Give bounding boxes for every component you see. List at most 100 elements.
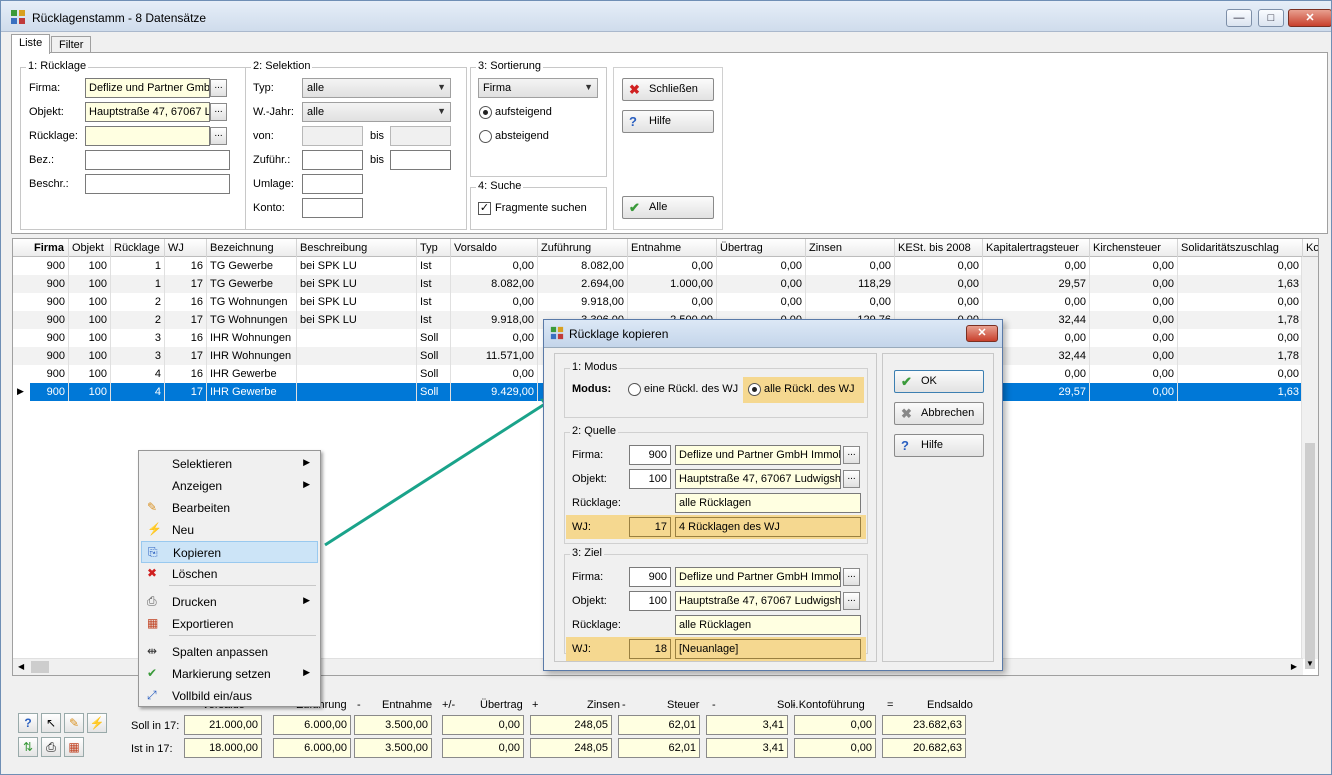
cell-beschreibung[interactable]: bei SPK LU bbox=[297, 257, 417, 275]
cell-firma[interactable]: 900 bbox=[31, 383, 69, 401]
cell-wj[interactable]: 16 bbox=[165, 293, 207, 311]
cell-uebertrag[interactable]: 0,00 bbox=[717, 257, 806, 275]
close-button[interactable]: ✕ bbox=[1288, 9, 1331, 27]
cell-kapest[interactable]: 29,57 bbox=[983, 275, 1090, 293]
eine-rueckl-label[interactable]: eine Rückl. des WJ bbox=[644, 383, 738, 395]
cell-vorsaldo[interactable]: 9.429,00 bbox=[451, 383, 538, 401]
cell-objekt[interactable]: 100 bbox=[69, 275, 111, 293]
cell-ruecklage[interactable]: 1 bbox=[111, 275, 165, 293]
cell-vorsaldo[interactable]: 0,00 bbox=[451, 293, 538, 311]
cell-soli[interactable]: 0,00 bbox=[1178, 329, 1303, 347]
lightning-icon[interactable]: ⚡ bbox=[87, 713, 107, 733]
ruecklage-input[interactable] bbox=[85, 126, 210, 146]
column-header-wj[interactable]: WJ bbox=[165, 239, 207, 257]
beschr-input[interactable] bbox=[85, 174, 230, 194]
cell-typ[interactable]: Ist bbox=[417, 275, 451, 293]
cell-bezeichnung[interactable]: TG Wohnungen bbox=[207, 293, 297, 311]
zufuehr-von-input[interactable] bbox=[302, 150, 363, 170]
menu-item-kopieren[interactable]: ⎘ Kopieren bbox=[141, 541, 318, 563]
z-firma-browse-button[interactable]: ... bbox=[843, 568, 860, 586]
z-objekt-name[interactable]: Hauptstraße 47, 67067 Ludwigsh bbox=[675, 591, 841, 611]
cell-zufuehrung[interactable]: 2.694,00 bbox=[538, 275, 628, 293]
cell-vorsaldo[interactable]: 11.571,00 bbox=[451, 347, 538, 365]
menu-item-loeschen[interactable]: ✖ Löschen bbox=[141, 563, 318, 585]
cell-firma[interactable]: 900 bbox=[31, 311, 69, 329]
column-header-bezeichnung[interactable]: Bezeichnung bbox=[207, 239, 297, 257]
cell-ruecklage[interactable]: 4 bbox=[111, 365, 165, 383]
cell-entnahme[interactable]: 1.000,00 bbox=[628, 275, 717, 293]
cell-ruecklage[interactable]: 2 bbox=[111, 311, 165, 329]
column-header-kapest[interactable]: Kapitalertragsteuer bbox=[983, 239, 1090, 257]
cell-kirchenst[interactable]: 0,00 bbox=[1090, 365, 1178, 383]
q-objekt-browse-button[interactable]: ... bbox=[843, 470, 860, 488]
column-header-kor[interactable]: Kor bbox=[1303, 239, 1318, 257]
cell-objekt[interactable]: 100 bbox=[69, 293, 111, 311]
q-objekt-name[interactable]: Hauptstraße 47, 67067 Ludwigsh bbox=[675, 469, 841, 489]
cell-ruecklage[interactable]: 1 bbox=[111, 257, 165, 275]
menu-item-anzeigen[interactable]: Anzeigen ▶ bbox=[141, 475, 318, 497]
menu-item-spalten-anpassen[interactable]: ⇹ Spalten anpassen bbox=[141, 641, 318, 663]
cell-typ[interactable]: Soll bbox=[417, 365, 451, 383]
cell-kirchenst[interactable]: 0,00 bbox=[1090, 257, 1178, 275]
fragmente-label[interactable]: Fragmente suchen bbox=[495, 202, 587, 214]
column-header-zufuehrung[interactable]: Zuführung bbox=[538, 239, 628, 257]
wjahr-select[interactable]: alle ▼ bbox=[302, 102, 451, 122]
objekt-input[interactable]: Hauptstraße 47, 67067 L bbox=[85, 102, 210, 122]
scrollbar-thumb[interactable] bbox=[1305, 443, 1315, 669]
cell-uebertrag[interactable]: 0,00 bbox=[717, 275, 806, 293]
cell-firma[interactable]: 900 bbox=[31, 347, 69, 365]
q-wj-number[interactable]: 17 bbox=[629, 517, 671, 537]
pointer-icon[interactable]: ↖ bbox=[41, 713, 61, 733]
cell-bezeichnung[interactable]: TG Gewerbe bbox=[207, 257, 297, 275]
cell-zinsen[interactable]: 0,00 bbox=[806, 293, 895, 311]
ok-button[interactable]: ✔ OK bbox=[894, 370, 984, 393]
cell-bezeichnung[interactable]: TG Wohnungen bbox=[207, 311, 297, 329]
cell-firma[interactable]: 900 bbox=[31, 329, 69, 347]
q-firma-number[interactable]: 900 bbox=[629, 445, 671, 465]
z-firma-name[interactable]: Deflize und Partner GmbH Immobi bbox=[675, 567, 841, 587]
cell-vorsaldo[interactable]: 8.082,00 bbox=[451, 275, 538, 293]
cell-objekt[interactable]: 100 bbox=[69, 257, 111, 275]
cell-vorsaldo[interactable]: 9.918,00 bbox=[451, 311, 538, 329]
bez-input[interactable] bbox=[85, 150, 230, 170]
z-objekt-browse-button[interactable]: ... bbox=[843, 592, 860, 610]
cell-wj[interactable]: 17 bbox=[165, 311, 207, 329]
cell-vorsaldo[interactable]: 0,00 bbox=[451, 365, 538, 383]
cell-typ[interactable]: Ist bbox=[417, 257, 451, 275]
cell-soli[interactable]: 0,00 bbox=[1178, 257, 1303, 275]
cell-vorsaldo[interactable]: 0,00 bbox=[451, 257, 538, 275]
menu-item-drucken[interactable]: ⎙ Drucken ▶ bbox=[141, 591, 318, 613]
refresh-icon[interactable]: ⇅ bbox=[18, 737, 38, 757]
z-wj-value[interactable]: [Neuanlage] bbox=[675, 639, 861, 659]
cell-bezeichnung[interactable]: IHR Gewerbe bbox=[207, 383, 297, 401]
cell-zufuehrung[interactable]: 9.918,00 bbox=[538, 293, 628, 311]
maximize-button[interactable]: □ bbox=[1258, 9, 1284, 27]
objekt-browse-button[interactable]: ... bbox=[210, 103, 227, 121]
table-row[interactable]: 900 100 1 16 TG Gewerbe bei SPK LU Ist 0,00 8.08… bbox=[13, 257, 1303, 275]
cell-beschreibung[interactable]: bei SPK LU bbox=[297, 275, 417, 293]
cell-kirchenst[interactable]: 0,00 bbox=[1090, 293, 1178, 311]
column-header-vorsaldo[interactable]: Vorsaldo bbox=[451, 239, 538, 257]
dialog-hilfe-button[interactable]: ? Hilfe bbox=[894, 434, 984, 457]
column-header-kirchenst[interactable]: Kirchensteuer bbox=[1090, 239, 1178, 257]
cell-bezeichnung[interactable]: IHR Wohnungen bbox=[207, 347, 297, 365]
alle-button[interactable]: ✔ Alle bbox=[622, 196, 714, 219]
menu-item-bearbeiten[interactable]: ✎ Bearbeiten bbox=[141, 497, 318, 519]
column-header-objekt[interactable]: Objekt bbox=[69, 239, 111, 257]
menu-item-vollbild[interactable]: ⤢ Vollbild ein/aus bbox=[141, 685, 318, 707]
cell-kirchenst[interactable]: 0,00 bbox=[1090, 347, 1178, 365]
printer-icon[interactable]: ⎙ bbox=[41, 737, 61, 757]
alle-rueckl-label[interactable]: alle Rückl. des WJ bbox=[764, 383, 854, 395]
export-icon[interactable]: ▦ bbox=[64, 737, 84, 757]
z-objekt-number[interactable]: 100 bbox=[629, 591, 671, 611]
column-header-entnahme[interactable]: Entnahme bbox=[628, 239, 717, 257]
cell-uebertrag[interactable]: 0,00 bbox=[717, 293, 806, 311]
vertical-scrollbar[interactable]: ▼ bbox=[1301, 257, 1318, 669]
column-header-ruecklage[interactable]: Rücklage bbox=[111, 239, 165, 257]
cell-zufuehrung[interactable]: 8.082,00 bbox=[538, 257, 628, 275]
cell-wj[interactable]: 16 bbox=[165, 329, 207, 347]
cell-kest[interactable]: 0,00 bbox=[895, 257, 983, 275]
column-header-firma[interactable]: Firma bbox=[31, 239, 69, 257]
cell-beschreibung[interactable] bbox=[297, 383, 417, 401]
cell-kirchenst[interactable]: 0,00 bbox=[1090, 329, 1178, 347]
